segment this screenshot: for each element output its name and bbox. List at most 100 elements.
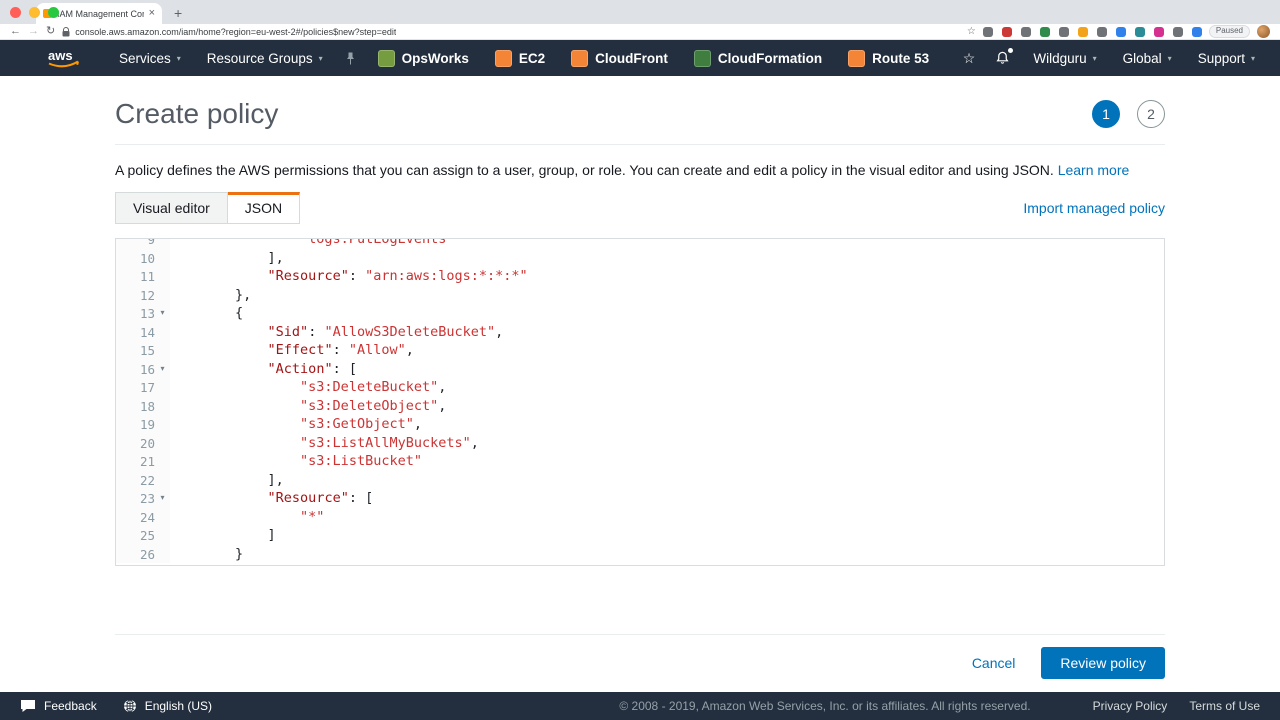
resource-groups-menu[interactable]: Resource Groups ▾ (194, 40, 336, 76)
code-line-21[interactable]: 21 "s3:ListBucket" (116, 452, 1164, 471)
services-menu[interactable]: Services ▾ (106, 40, 194, 76)
fold-arrow-icon[interactable]: ▾ (155, 360, 170, 379)
line-number: 26 (139, 546, 155, 562)
feedback-button[interactable]: Feedback (20, 699, 97, 713)
extension-icon[interactable] (1058, 26, 1069, 37)
step-2: 2 (1137, 100, 1165, 128)
extension-icon[interactable] (1077, 26, 1088, 37)
url-input[interactable]: console.aws.amazon.com/iam/home?region=e… (62, 26, 976, 37)
code-line-15[interactable]: 15 "Effect": "Allow", (116, 341, 1164, 360)
language-label: English (US) (144, 699, 213, 713)
code-line-19[interactable]: 19 "s3:GetObject", (116, 415, 1164, 434)
extension-icon[interactable] (982, 26, 993, 37)
code-line-11[interactable]: 11 "Resource": "arn:aws:logs:*:*:*" (116, 267, 1164, 286)
nav-shortcuts: OpsWorks EC2 CloudFront CloudFormation Route… (365, 40, 943, 76)
cancel-button[interactable]: Cancel (972, 655, 1016, 671)
line-number: 12 (139, 287, 155, 303)
zoom-window-button[interactable] (48, 7, 59, 18)
support-label: Support (1197, 50, 1245, 66)
line-gutter: 23 ▾ (116, 489, 170, 508)
code-text: "s3:ListAllMyBuckets", (300, 434, 479, 451)
paused-badge: Paused (1208, 25, 1250, 38)
line-number: 25 (139, 528, 155, 544)
code-line-12[interactable]: 12 }, (116, 285, 1164, 305)
extension-icon[interactable] (1172, 26, 1183, 37)
tab-close-icon[interactable]: × (149, 8, 155, 19)
line-number: 24 (139, 509, 155, 525)
support-menu[interactable]: Support ▾ (1185, 40, 1268, 76)
json-editor[interactable]: 9 "logs:PutLogEvents" 10 ], 11 "Resource":… (115, 238, 1165, 567)
code-line-24[interactable]: 24 "*" (116, 507, 1164, 527)
extension-icon[interactable] (1134, 26, 1145, 37)
review-policy-button[interactable]: Review policy (1041, 647, 1165, 680)
code-line-25[interactable]: 25 ] (116, 526, 1164, 545)
resource-groups-label: Resource Groups (206, 50, 313, 66)
line-gutter: 11 (116, 267, 170, 286)
import-managed-policy-link[interactable]: Import managed policy (1023, 200, 1165, 216)
code-line-22[interactable]: 22 ], (116, 470, 1164, 490)
code-line-16[interactable]: 16 ▾ "Action": [ (116, 359, 1164, 379)
fold-arrow-icon[interactable]: ▾ (155, 304, 170, 323)
shortcut-cloudformation[interactable]: CloudFormation (681, 40, 835, 76)
code-line-13[interactable]: 13 ▾ { (116, 304, 1164, 323)
close-window-button[interactable] (10, 7, 21, 18)
forward-button[interactable]: → (28, 26, 39, 37)
shortcut-cloudfront[interactable]: CloudFront (558, 40, 681, 76)
code-line-18[interactable]: 18 "s3:DeleteObject", (116, 396, 1164, 416)
shortcut-ec2[interactable]: EC2 (482, 40, 558, 76)
new-tab-button[interactable]: + (174, 5, 182, 21)
page-header: Create policy 12 (115, 92, 1165, 136)
region-menu[interactable]: Global ▾ (1110, 40, 1185, 76)
code-text: ] (267, 527, 276, 544)
account-menu[interactable]: Wildguru ▾ (1020, 40, 1109, 76)
code-text: "s3:ListBucket" (300, 453, 422, 470)
code-line-14[interactable]: 14 "Sid": "AllowS3DeleteBucket", (116, 322, 1164, 342)
extension-icon[interactable] (1020, 26, 1031, 37)
cloudformation-icon (693, 49, 711, 67)
page-actions: Cancel Review policy (115, 647, 1165, 680)
code-text: "Effect": "Allow", (267, 342, 414, 359)
profile-avatar[interactable] (1257, 25, 1270, 38)
language-selector[interactable]: English (US) (123, 699, 212, 713)
code-line-23[interactable]: 23 ▾ "Resource": [ (116, 489, 1164, 508)
learn-more-link[interactable]: Learn more (1058, 162, 1130, 178)
code-text: "s3:DeleteObject", (300, 397, 447, 414)
shortcut-opsworks[interactable]: OpsWorks (365, 40, 482, 76)
pin-shortcut-icon[interactable]: ☆ (953, 50, 986, 67)
code-line-9[interactable]: 9 "logs:PutLogEvents" (116, 238, 1164, 249)
extension-icon[interactable] (1191, 26, 1202, 37)
code-text: "logs:PutLogEvents" (300, 238, 455, 248)
region-label: Global (1122, 50, 1162, 66)
line-gutter: 9 (116, 239, 170, 249)
privacy-policy-link[interactable]: Privacy Policy (1093, 699, 1168, 713)
aws-logo[interactable]: aws (46, 47, 82, 69)
terms-of-use-link[interactable]: Terms of Use (1189, 699, 1260, 713)
extension-icon[interactable] (1001, 26, 1012, 37)
page-title: Create policy (115, 98, 279, 129)
pin-icon[interactable] (346, 52, 355, 65)
code-line-20[interactable]: 20 "s3:ListAllMyBuckets", (116, 433, 1164, 453)
line-gutter: 12 (116, 285, 170, 305)
refresh-button[interactable]: ↻ (46, 26, 55, 37)
code-text: "Resource": "arn:aws:logs:*:*:*" (267, 268, 528, 285)
line-gutter: 17 (116, 378, 170, 397)
extension-icon[interactable] (1153, 26, 1164, 37)
back-button[interactable]: ← (10, 26, 21, 37)
extension-icon[interactable] (1115, 26, 1126, 37)
bookmark-star-icon[interactable]: ☆ (967, 26, 976, 37)
tab-visual-editor[interactable]: Visual editor (115, 192, 228, 225)
extension-icon[interactable] (1039, 26, 1050, 37)
tab-json[interactable]: JSON (227, 192, 301, 225)
minimize-window-button[interactable] (29, 7, 40, 18)
line-gutter: 20 (116, 433, 170, 453)
fold-arrow-icon[interactable]: ▾ (155, 489, 170, 508)
line-gutter: 22 (116, 470, 170, 490)
line-number: 15 (139, 343, 155, 359)
code-line-10[interactable]: 10 ], (116, 248, 1164, 268)
shortcut-route-53[interactable]: Route 53 (835, 40, 942, 76)
code-text: ], (267, 249, 284, 266)
extension-icon[interactable] (1096, 26, 1107, 37)
code-line-26[interactable]: 26 } (116, 544, 1164, 564)
code-line-17[interactable]: 17 "s3:DeleteBucket", (116, 378, 1164, 397)
notifications-bell[interactable] (985, 48, 1020, 66)
